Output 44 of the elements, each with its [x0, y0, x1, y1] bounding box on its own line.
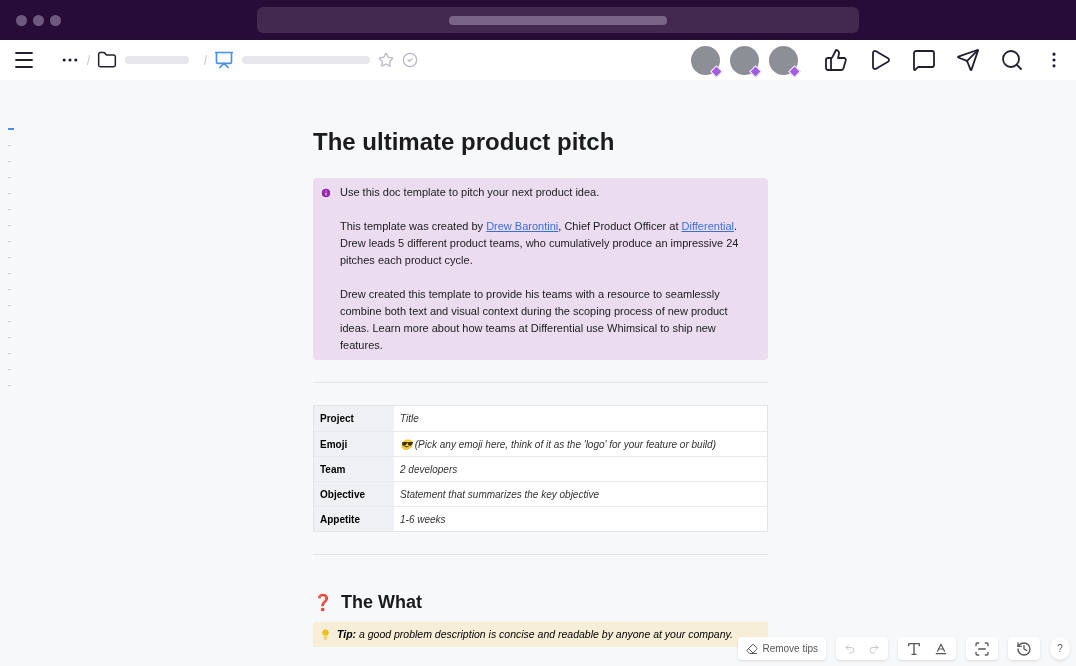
remove-tips-button[interactable]: Remove tips	[738, 637, 826, 660]
folder-icon[interactable]	[97, 50, 117, 70]
text-size-icon[interactable]	[906, 640, 922, 657]
blurred-folder-name	[125, 56, 189, 64]
callout-text: Use this doc template to pitch your next product idea.	[340, 185, 601, 200]
text-color-icon[interactable]	[934, 641, 948, 656]
search-icon[interactable]	[1000, 48, 1024, 72]
avatar[interactable]	[730, 45, 759, 75]
table-header-cell: Team	[314, 457, 394, 481]
document-title: The ultimate product pitch	[313, 127, 616, 157]
callout-text: Drew created this template to provide his teams with a resource to seamlessly combine both text and visual context during the scoping process of new product ideas. Learn more about how teams at Differential use Whimsical to ship new features.	[340, 287, 729, 353]
company-link[interactable]: Differential	[681, 220, 734, 232]
info-icon	[320, 187, 332, 199]
presence-badge-icon	[788, 64, 801, 78]
question-mark-emoji: ❓	[313, 592, 333, 613]
comment-icon[interactable]	[912, 48, 936, 72]
avatar[interactable]	[691, 45, 720, 75]
check-icon	[402, 52, 418, 68]
table-cell-text: 😎 (Pick any emoji here, think of it as the 'logo' for your feature or build)	[399, 437, 717, 452]
presence-badge-icon	[749, 64, 762, 78]
send-icon[interactable]	[956, 48, 980, 72]
table-cell-text: 2 developers	[399, 462, 459, 477]
table-header-cell: Appetite	[314, 507, 394, 531]
table-header-cell: Objective	[314, 482, 394, 506]
history-button[interactable]	[1008, 637, 1040, 660]
table-header-cell: Project	[314, 406, 394, 431]
fit-view-icon	[974, 640, 990, 657]
eraser-icon	[746, 642, 759, 655]
table-header-cell: Emoji	[314, 432, 394, 456]
fit-view-button[interactable]	[966, 637, 998, 660]
table-cell-text: 1-6 weeks	[399, 512, 447, 527]
section-heading: The What	[341, 591, 422, 614]
presentation-icon[interactable]	[214, 50, 234, 70]
tip-text: Tip: a good problem description is concise and readable by anyone at your company.	[337, 626, 733, 642]
history-icon	[1016, 640, 1032, 657]
avatar[interactable]	[769, 45, 798, 75]
help-button[interactable]: ?	[1050, 637, 1070, 660]
star-icon[interactable]	[378, 52, 394, 68]
table-cell-text: Statement that summarizes the key objective	[399, 487, 600, 502]
thumbs-up-icon[interactable]	[824, 48, 848, 72]
lightbulb-icon	[320, 629, 331, 640]
address-bar[interactable]	[257, 7, 859, 33]
callout-text: This template was created by Drew Barontini, Chief Product Officer at Differential. Drew leads 5 different product teams, who cumulatively produce an impressive 24 pitches each product cycle.	[340, 219, 740, 268]
table-cell-text: Title	[399, 412, 420, 426]
